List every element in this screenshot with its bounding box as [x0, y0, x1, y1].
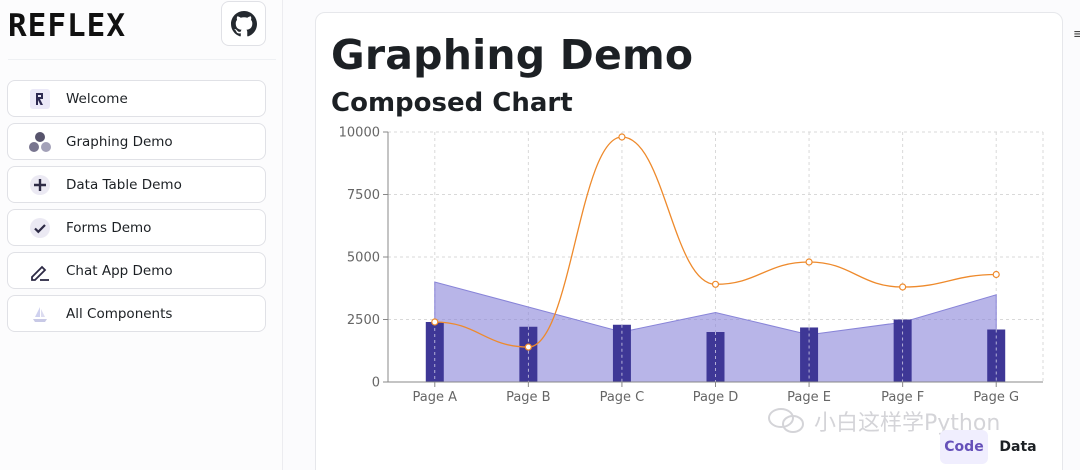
y-tick-label: 0 — [372, 376, 380, 391]
line-point — [431, 318, 439, 326]
menu-icon[interactable]: ≡ — [1073, 27, 1080, 42]
check-circle-icon — [28, 216, 52, 240]
composed-chart: 0 2500 5000 7500 10000 Page A Page B Page C Page… — [339, 126, 1044, 405]
line-point — [711, 280, 720, 288]
y-tick-label: 10000 — [339, 126, 380, 141]
line-point — [899, 283, 907, 291]
wechat-icon — [768, 408, 804, 433]
plus-circle-icon — [28, 173, 52, 197]
x-tick-label: Page E — [787, 390, 831, 405]
x-tick-label: Page C — [600, 390, 645, 405]
sidebar-item-graphing-demo[interactable]: Graphing Demo — [7, 123, 266, 160]
x-tick-label: Page D — [693, 390, 739, 405]
y-tick-label: 5000 — [347, 251, 380, 266]
line-point — [805, 258, 813, 266]
sidebar-item-forms-demo[interactable]: Forms Demo — [7, 209, 266, 246]
line-point — [992, 270, 1000, 279]
logo-text: REFLEX — [8, 9, 126, 39]
x-tick-label: Page G — [973, 390, 1019, 405]
line-point — [524, 343, 532, 351]
section-title: Composed Chart — [331, 88, 573, 118]
reflex-logo[interactable]: REFLEX — [8, 9, 148, 39]
sidebar-item-label: Chat App Demo — [66, 262, 173, 279]
github-icon — [230, 10, 257, 36]
sidebar-item-label: All Components — [66, 305, 173, 322]
sidebar: REFLEX Welcome Graphing Demo Data Table … — [0, 0, 283, 470]
sailboat-icon — [28, 302, 52, 326]
page-title: Graphing Demo — [331, 31, 694, 79]
sidebar-item-label: Data Table Demo — [66, 176, 182, 193]
tab-code[interactable]: Code — [940, 430, 988, 464]
line-point — [618, 133, 626, 141]
sidebar-item-label: Forms Demo — [66, 219, 152, 236]
sidebar-item-welcome[interactable]: Welcome — [7, 80, 266, 117]
sidebar-item-chat-app-demo[interactable]: Chat App Demo — [7, 252, 266, 289]
sidebar-item-label: Welcome — [66, 90, 128, 107]
reflex-r-icon — [28, 87, 52, 111]
x-tick-label: Page B — [506, 390, 551, 405]
sidebar-item-label: Graphing Demo — [66, 133, 173, 150]
sidebar-divider — [8, 59, 276, 60]
pencil-icon — [28, 259, 52, 283]
x-tick-label: Page F — [881, 390, 924, 405]
tab-data[interactable]: Data — [996, 430, 1040, 464]
circles-icon — [28, 130, 52, 154]
x-tick-label: Page A — [413, 390, 458, 405]
y-tick-label: 2500 — [347, 313, 380, 328]
sidebar-item-all-components[interactable]: All Components — [7, 295, 266, 332]
sidebar-nav: Welcome Graphing Demo Data Table Demo Fo… — [7, 80, 266, 338]
sidebar-item-data-table-demo[interactable]: Data Table Demo — [7, 166, 266, 203]
y-tick-label: 7500 — [347, 188, 380, 203]
github-button[interactable] — [221, 1, 266, 46]
